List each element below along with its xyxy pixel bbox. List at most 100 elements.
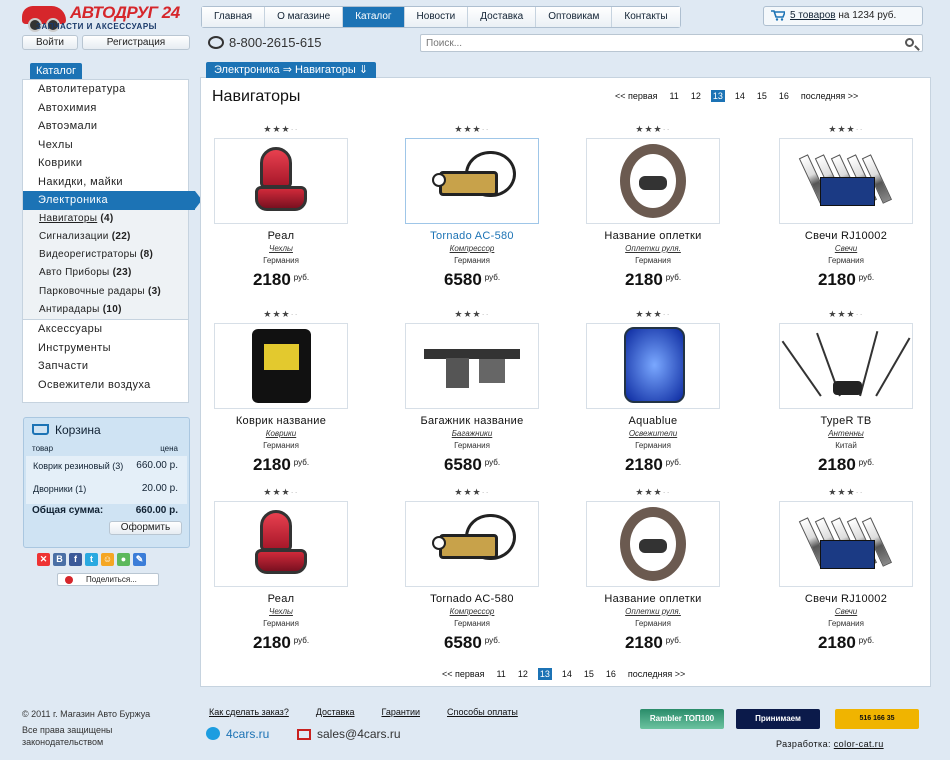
product-name[interactable]: Aquablue xyxy=(585,415,721,428)
product-category[interactable]: Компрессор xyxy=(404,243,540,254)
rating-stars[interactable]: ★★★·· xyxy=(585,124,721,134)
rating-stars[interactable]: ★★★·· xyxy=(585,487,721,497)
footer-link-delivery[interactable]: Доставка xyxy=(316,707,355,717)
product-category[interactable]: Свечи xyxy=(778,243,914,254)
rating-stars[interactable]: ★★★·· xyxy=(404,124,540,134)
product-name[interactable]: Название оплетки xyxy=(585,230,721,243)
pager-page[interactable]: 16 xyxy=(777,90,791,102)
product-card[interactable]: ★★★·· Свечи RJ10002 Свечи Германия 2180 р… xyxy=(778,124,914,289)
twitter-icon[interactable]: t xyxy=(85,553,98,566)
product-category[interactable]: Оплетки руля. xyxy=(585,606,721,617)
product-image[interactable] xyxy=(586,323,720,409)
category-item[interactable]: Автолитература xyxy=(23,80,188,99)
category-item[interactable]: Аксессуары xyxy=(23,320,188,339)
product-image[interactable] xyxy=(779,323,913,409)
product-card[interactable]: ★★★·· Tornado AC-580 Компрессор Германия… xyxy=(404,124,540,289)
counter-badge[interactable]: 516 166 35 xyxy=(835,709,919,729)
nav-item[interactable]: Доставка xyxy=(468,7,537,27)
product-name[interactable]: Tornado AC-580 xyxy=(404,593,540,606)
nav-item[interactable]: О магазине xyxy=(265,7,344,27)
category-item[interactable]: Освежители воздуха xyxy=(23,376,188,395)
nav-item[interactable]: Оптовикам xyxy=(536,7,613,27)
product-category[interactable]: Оплетки руля. xyxy=(585,243,721,254)
search-icon[interactable] xyxy=(905,38,914,47)
pager-page[interactable]: 13 xyxy=(710,90,725,102)
nav-item[interactable]: Каталог xyxy=(343,7,405,27)
product-image[interactable] xyxy=(779,501,913,587)
footer-link-payment[interactable]: Сnособы оплаты xyxy=(447,707,518,717)
basket-row[interactable]: Дворники (1) 20.00 р. xyxy=(33,483,178,494)
social-icon-6[interactable]: ● xyxy=(117,553,130,566)
product-name[interactable]: Название оплетки xyxy=(585,593,721,606)
pager-page[interactable]: 14 xyxy=(733,90,747,102)
product-name[interactable]: TypeR TB xyxy=(778,415,914,428)
pager-last[interactable]: последняя >> xyxy=(799,90,860,102)
product-image[interactable] xyxy=(214,501,348,587)
rating-stars[interactable]: ★★★·· xyxy=(404,487,540,497)
product-image[interactable] xyxy=(779,138,913,224)
pager-first[interactable]: << первая xyxy=(613,90,659,102)
footer-link-order[interactable]: Как сделать заказ? xyxy=(209,707,289,717)
product-category[interactable]: Освежители xyxy=(585,428,721,439)
product-image[interactable] xyxy=(214,323,348,409)
product-card[interactable]: ★★★·· Tornado AC-580 Компрессор Германия… xyxy=(404,487,540,652)
search-input[interactable] xyxy=(421,35,881,51)
category-item[interactable]: Запчасти xyxy=(23,357,188,376)
breadcrumb[interactable]: Электроника ⇒ Навигаторы ⇓ xyxy=(206,62,377,78)
subcategory-item[interactable]: Парковочные радары (3) xyxy=(23,283,188,301)
product-category[interactable]: Свечи xyxy=(778,606,914,617)
skype-contact[interactable]: 4cars.ru xyxy=(206,727,269,741)
product-name[interactable]: Реал xyxy=(213,230,349,243)
subcategory-item[interactable]: Навигаторы (4) xyxy=(23,210,188,228)
pager-page[interactable]: 14 xyxy=(560,668,574,680)
site-logo[interactable]: АВТОДРУГ 24 ЗАПЧАСТИ И АКСЕССУАРЫ xyxy=(20,2,195,34)
category-item[interactable]: Инструменты xyxy=(23,339,188,358)
rating-stars[interactable]: ★★★·· xyxy=(778,309,914,319)
pager-page[interactable]: 11 xyxy=(494,668,507,680)
rating-stars[interactable]: ★★★·· xyxy=(213,124,349,134)
rating-stars[interactable]: ★★★·· xyxy=(778,124,914,134)
category-item[interactable]: Чехлы xyxy=(23,136,188,155)
product-image[interactable] xyxy=(405,138,539,224)
share-button[interactable]: Поделиться... xyxy=(57,573,159,586)
nav-item[interactable]: Контакты xyxy=(612,7,680,27)
email-contact[interactable]: sales@4cars.ru xyxy=(297,727,401,741)
product-category[interactable]: Компрессор xyxy=(404,606,540,617)
pager-first[interactable]: << первая xyxy=(440,668,486,680)
subcategory-item[interactable]: Видеорегистраторы (8) xyxy=(23,246,188,264)
subcategory-item[interactable]: Авто Приборы (23) xyxy=(23,264,188,282)
login-button[interactable]: Войти xyxy=(22,35,78,50)
subcategory-item[interactable]: Антирадары (10) xyxy=(23,301,188,319)
product-image[interactable] xyxy=(586,138,720,224)
pager-page[interactable]: 13 xyxy=(537,668,552,680)
payment-badge[interactable]: Принимаем xyxy=(736,709,820,729)
footer-link-warranty[interactable]: Гарантии xyxy=(381,707,420,717)
product-name[interactable]: Коврик название xyxy=(213,415,349,428)
basket-row[interactable]: Коврик резиновый (3) 660.00 р. xyxy=(33,460,178,471)
product-card[interactable]: ★★★·· Реал Чехлы Германия 2180 руб. xyxy=(213,487,349,652)
people-icon[interactable]: ☺ xyxy=(101,553,114,566)
rating-stars[interactable]: ★★★·· xyxy=(585,309,721,319)
facebook-icon[interactable]: f xyxy=(69,553,82,566)
pager-page[interactable]: 15 xyxy=(582,668,596,680)
product-image[interactable] xyxy=(405,323,539,409)
pager-page[interactable]: 15 xyxy=(755,90,769,102)
product-card[interactable]: ★★★·· Название оплетки Оплетки руля. Гер… xyxy=(585,124,721,289)
product-image[interactable] xyxy=(586,501,720,587)
product-name[interactable]: Багажник название xyxy=(404,415,540,428)
pager-page[interactable]: 11 xyxy=(667,90,680,102)
subcategory-item[interactable]: Сигнализации (22) xyxy=(23,228,188,246)
category-item[interactable]: Коврики xyxy=(23,154,188,173)
product-category[interactable]: Коврики xyxy=(213,428,349,439)
rating-stars[interactable]: ★★★·· xyxy=(778,487,914,497)
product-image[interactable] xyxy=(214,138,348,224)
pager-page[interactable]: 12 xyxy=(689,90,703,102)
pager-last[interactable]: последняя >> xyxy=(626,668,687,680)
product-card[interactable]: ★★★·· Багажник название Багажники Герман… xyxy=(404,309,540,474)
rambler-badge[interactable]: Rambler ТОП100 xyxy=(640,709,724,729)
product-card[interactable]: ★★★·· Реал Чехлы Германия 2180 руб. xyxy=(213,124,349,289)
category-item[interactable]: Накидки, майки xyxy=(23,173,188,192)
product-name[interactable]: Свечи RJ10002 xyxy=(778,230,914,243)
product-card[interactable]: ★★★·· Название оплетки Оплетки руля. Гер… xyxy=(585,487,721,652)
product-category[interactable]: Чехлы xyxy=(213,606,349,617)
